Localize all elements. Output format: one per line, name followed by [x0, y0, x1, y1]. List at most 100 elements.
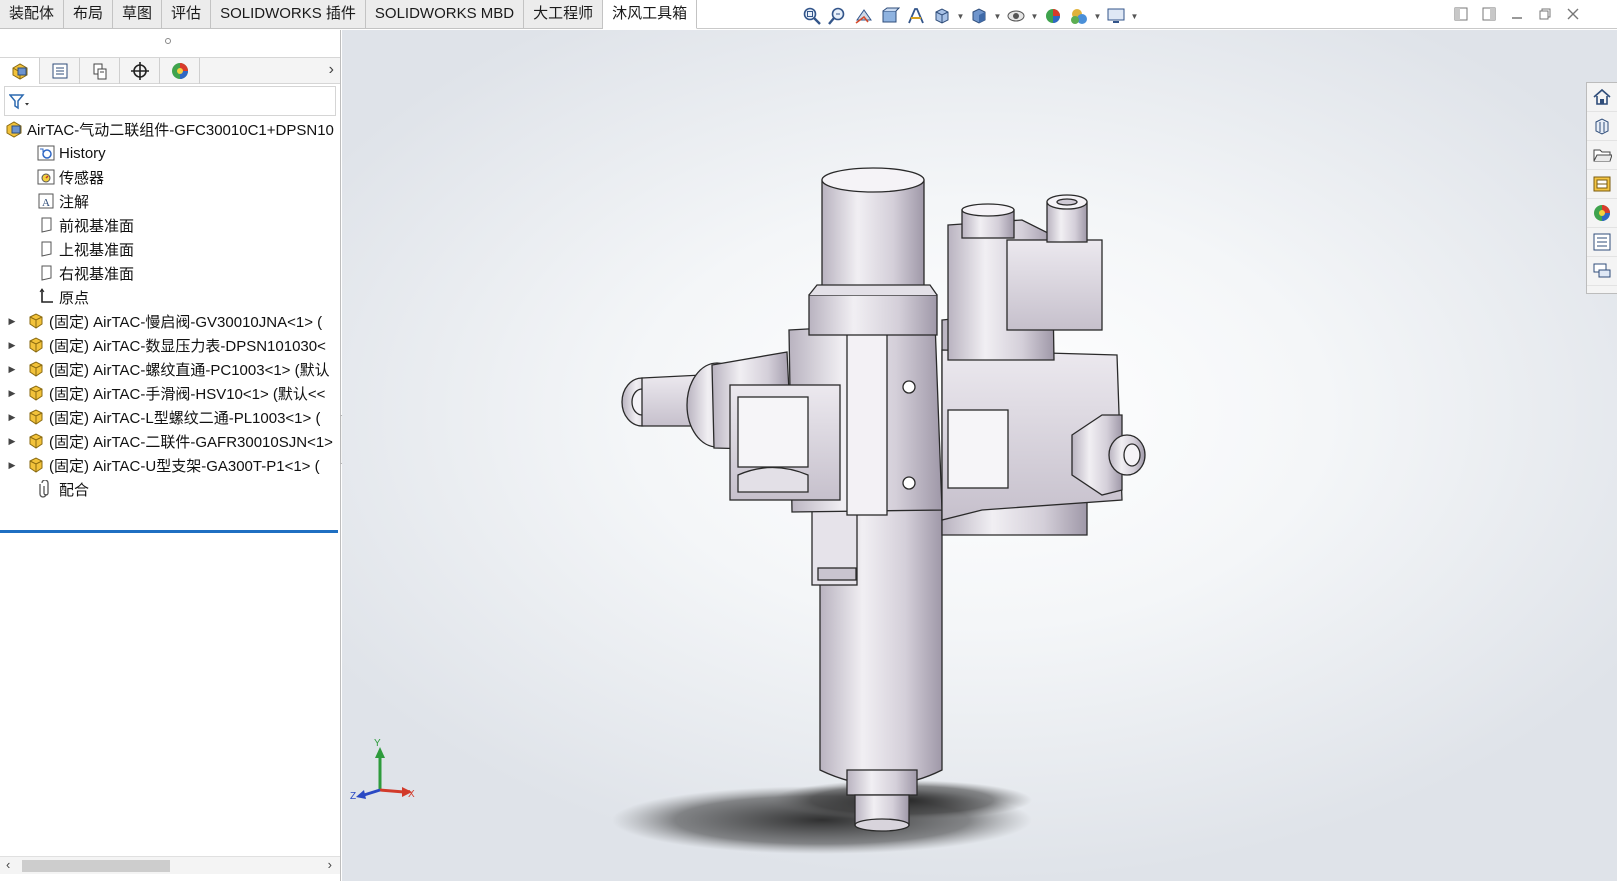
rollback-bar[interactable] — [0, 530, 338, 533]
property-manager-tab-icon[interactable] — [40, 58, 80, 84]
appearances-icon[interactable] — [1587, 199, 1617, 228]
apply-scene-dropdown-icon[interactable]: ▼ — [1093, 12, 1102, 21]
tab-mufeng-toolbox[interactable]: 沐风工具箱 — [603, 0, 698, 29]
tree-item-origin[interactable]: 原点 — [0, 285, 340, 309]
section-view-icon[interactable] — [878, 5, 902, 27]
tab-solidworks-mbd[interactable]: SOLIDWORKS MBD — [365, 0, 525, 29]
display-manager-tab-icon[interactable] — [160, 58, 200, 84]
tree-item-component[interactable]: ▶ (固定) AirTAC-数显压力表-DPSN101030< — [0, 333, 340, 357]
file-explorer-icon[interactable] — [1587, 141, 1617, 170]
dynamic-annotation-icon[interactable] — [904, 5, 928, 27]
sensor-icon — [36, 168, 56, 186]
expand-arrow-icon[interactable]: ▶ — [6, 340, 18, 351]
tree-item-label: (固定) AirTAC-L型螺纹二通-PL1003<1> ( — [49, 409, 321, 427]
edit-appearance-icon[interactable] — [1041, 5, 1065, 27]
tree-item-component[interactable]: ▶ (固定) AirTAC-慢启阀-GV30010JNA<1> ( — [0, 309, 340, 333]
triad-z-label: Z — [350, 791, 356, 802]
tree-item-front-plane[interactable]: 前视基准面 — [0, 213, 340, 237]
scroll-right-icon[interactable]: › — [328, 857, 332, 872]
feature-tree: AirTAC-气动二联组件-GFC30010C1+DPSN10 History … — [0, 117, 340, 501]
view-palette-icon[interactable] — [1587, 170, 1617, 199]
previous-view-icon[interactable] — [852, 5, 876, 27]
svg-text:A: A — [42, 197, 50, 209]
tab-evaluate[interactable]: 评估 — [162, 0, 212, 29]
command-manager: 装配体 布局 草图 评估 SOLIDWORKS 插件 SOLIDWORKS MB… — [0, 0, 1617, 29]
heads-up-view-toolbar: ▼ ▼ ▼ ▼ ▼ — [800, 4, 1139, 28]
configuration-manager-tab-icon[interactable] — [80, 58, 120, 84]
close-icon[interactable] — [1565, 6, 1581, 22]
expand-arrow-icon[interactable]: ▶ — [6, 460, 18, 471]
tree-item-component[interactable]: ▶ (固定) AirTAC-U型支架-GA300T-P1<1> ( — [0, 453, 340, 477]
view-settings-dropdown-icon[interactable]: ▼ — [1130, 12, 1139, 21]
graphics-area[interactable]: Y X Z — [342, 30, 1617, 881]
triad-x-label: X — [408, 789, 415, 800]
tree-item-component[interactable]: ▶ (固定) AirTAC-螺纹直通-PC1003<1> (默认 — [0, 357, 340, 381]
tab-solidworks-addins[interactable]: SOLIDWORKS 插件 — [211, 0, 366, 29]
panel-splitter-handle[interactable] — [165, 38, 171, 44]
subassembly-icon — [26, 456, 46, 474]
tree-item-component[interactable]: ▶ (固定) AirTAC-L型螺纹二通-PL1003<1> ( — [0, 405, 340, 429]
apply-scene-icon[interactable] — [1067, 5, 1091, 27]
model-view[interactable]: Y X Z — [342, 30, 1617, 881]
expand-arrow-icon[interactable]: ▶ — [6, 412, 18, 423]
tab-engineer[interactable]: 大工程师 — [524, 0, 604, 29]
tree-item-sensors[interactable]: 传感器 — [0, 165, 340, 189]
tile-right-icon[interactable] — [1481, 6, 1497, 22]
tree-filter-box[interactable] — [4, 86, 336, 116]
expand-arrow-icon[interactable]: ▶ — [6, 436, 18, 447]
coordinate-triad: Y X Z — [350, 738, 415, 802]
tree-root-label: AirTAC-气动二联组件-GFC30010C1+DPSN10 — [27, 121, 334, 139]
tree-item-history[interactable]: History — [0, 141, 340, 165]
hide-show-dropdown-icon[interactable]: ▼ — [1030, 12, 1039, 21]
tab-layout[interactable]: 布局 — [64, 0, 114, 29]
view-settings-icon[interactable] — [1104, 5, 1128, 27]
forum-icon[interactable] — [1587, 257, 1617, 286]
view-orientation-dropdown-icon[interactable]: ▼ — [956, 12, 965, 21]
display-style-icon[interactable] — [967, 5, 991, 27]
restore-icon[interactable] — [1537, 6, 1553, 22]
custom-properties-icon[interactable] — [1587, 228, 1617, 257]
tree-item-label: (固定) AirTAC-数显压力表-DPSN101030< — [49, 337, 326, 355]
home-icon[interactable] — [1587, 83, 1617, 112]
minimize-icon[interactable] — [1509, 6, 1525, 22]
feature-manager-tab-icon[interactable] — [0, 58, 40, 84]
tree-item-label: 右视基准面 — [59, 265, 135, 283]
tree-root-assembly[interactable]: AirTAC-气动二联组件-GFC30010C1+DPSN10 — [0, 117, 340, 141]
tree-item-label: 配合 — [59, 481, 90, 499]
dimxpert-manager-tab-icon[interactable] — [120, 58, 160, 84]
scrollbar-thumb[interactable] — [22, 860, 170, 872]
tree-item-label: 上视基准面 — [59, 241, 135, 259]
tree-item-right-plane[interactable]: 右视基准面 — [0, 261, 340, 285]
hide-show-icon[interactable] — [1004, 5, 1028, 27]
design-library-icon[interactable] — [1587, 112, 1617, 141]
view-orientation-icon[interactable] — [930, 5, 954, 27]
expand-arrow-icon[interactable]: ▶ — [6, 316, 18, 327]
tree-item-annotations[interactable]: A 注解 — [0, 189, 340, 213]
display-style-dropdown-icon[interactable]: ▼ — [993, 12, 1002, 21]
tree-item-label: 原点 — [59, 289, 90, 307]
tree-item-label: 传感器 — [59, 169, 105, 187]
chevron-right-icon[interactable]: › — [329, 61, 334, 79]
expand-arrow-icon[interactable]: ▶ — [6, 388, 18, 399]
manager-tabs: › — [0, 57, 340, 84]
horizontal-scrollbar[interactable]: ‹ › — [0, 856, 340, 874]
scroll-left-icon[interactable]: ‹ — [6, 857, 10, 872]
filter-icon[interactable] — [8, 93, 31, 116]
tree-item-mates[interactable]: 配合 — [0, 477, 340, 501]
pneumatic-assembly-model[interactable] — [621, 167, 1146, 832]
tree-item-label: (固定) AirTAC-慢启阀-GV30010JNA<1> ( — [49, 313, 323, 331]
task-pane-tabs — [1586, 82, 1617, 294]
zoom-area-icon[interactable] — [826, 5, 850, 27]
expand-arrow-icon[interactable]: ▶ — [6, 364, 18, 375]
solidworks-window: 装配体 布局 草图 评估 SOLIDWORKS 插件 SOLIDWORKS MB… — [0, 0, 1617, 881]
tab-sketch[interactable]: 草图 — [113, 0, 163, 29]
zoom-to-fit-icon[interactable] — [800, 5, 824, 27]
tree-item-component[interactable]: ▶ (固定) AirTAC-手滑阀-HSV10<1> (默认<< — [0, 381, 340, 405]
tile-left-icon[interactable] — [1453, 6, 1469, 22]
tab-assembly[interactable]: 装配体 — [0, 0, 65, 29]
tree-item-component[interactable]: ▶ (固定) AirTAC-二联件-GAFR30010SJN<1> — [0, 429, 340, 453]
feature-manager-panel: › AirTAC-气动二联组件-GFC30010C1+DPSN10 Histor… — [0, 30, 341, 881]
tree-item-top-plane[interactable]: 上视基准面 — [0, 237, 340, 261]
subassembly-icon — [26, 336, 46, 354]
tree-item-label: (固定) AirTAC-二联件-GAFR30010SJN<1> — [49, 433, 333, 451]
